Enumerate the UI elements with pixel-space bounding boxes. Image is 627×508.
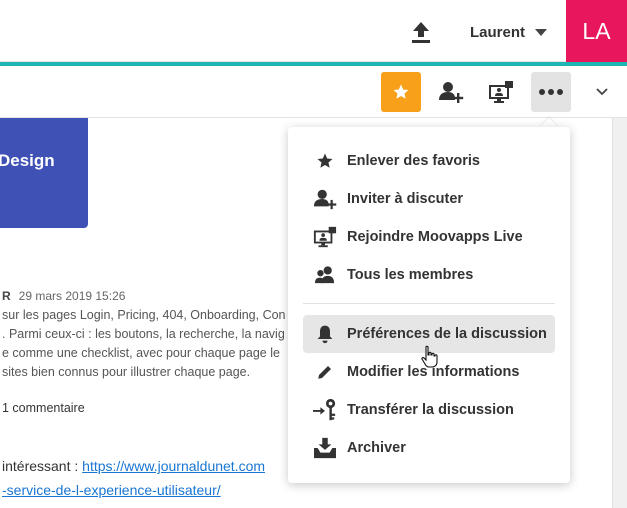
menu-item-transfer[interactable]: Transférer la discussion [303, 391, 555, 429]
menu-item-remove-favorite[interactable]: Enlever des favoris [303, 142, 555, 180]
user-menu[interactable]: Laurent [470, 18, 548, 46]
more-options-menu: Enlever des favoris Inviter à discuter R… [288, 127, 570, 483]
menu-item-invite[interactable]: Inviter à discuter [303, 180, 555, 218]
menu-item-edit-info[interactable]: Modifier les informations [303, 353, 555, 391]
menu-item-discussion-preferences[interactable]: Préférences de la discussion [303, 315, 555, 353]
bell-icon [303, 315, 347, 353]
top-bar: Laurent LA [0, 0, 627, 62]
menu-item-label: Modifier les informations [347, 364, 520, 380]
caret-down-icon [535, 28, 548, 36]
collapse-button[interactable] [582, 72, 622, 112]
upload-icon[interactable] [406, 17, 436, 47]
menu-separator [303, 303, 555, 304]
menu-item-label: Transférer la discussion [347, 402, 514, 418]
post-text-line: e comme une checklist, avec pour chaque … [2, 346, 280, 360]
menu-item-label: Archiver [347, 440, 406, 456]
design-thumbnail[interactable]: Design [0, 118, 88, 228]
scrollbar[interactable] [612, 118, 627, 508]
avatar[interactable]: LA [566, 0, 627, 62]
more-options-button[interactable] [531, 72, 571, 112]
comments-count[interactable]: 1 commentaire [2, 401, 85, 415]
post-text-line: sites bien connus pour illustrer chaque … [2, 365, 251, 379]
archive-icon [303, 429, 347, 467]
live-screen-icon [303, 218, 347, 256]
favorite-button[interactable] [381, 72, 421, 112]
reply-text-prefix: intéressant : [2, 458, 83, 474]
reply-text: intéressant : https://www.journaldunet.c… [2, 458, 265, 474]
reply-link-continued[interactable]: -service-de-l-experience-utilisateur/ [2, 482, 221, 498]
star-icon [393, 84, 409, 99]
menu-item-label: Enlever des favoris [347, 153, 480, 169]
members-icon [303, 256, 347, 294]
post-meta: R 29 mars 2019 15:26 [2, 289, 125, 303]
menu-item-all-members[interactable]: Tous les membres [303, 256, 555, 294]
invite-user-icon [439, 82, 464, 103]
live-screen-icon [489, 81, 513, 103]
star-icon [303, 142, 347, 180]
post-date: 29 mars 2019 15:26 [18, 289, 126, 303]
chevron-down-icon [596, 88, 608, 96]
reply-link[interactable]: https://www.journaldunet.com [82, 458, 265, 474]
menu-item-label: Tous les membres [347, 267, 474, 283]
menu-item-archive[interactable]: Archiver [303, 429, 555, 467]
discussion-toolbar [0, 66, 627, 118]
design-thumbnail-label: Design [0, 151, 55, 170]
menu-item-label: Inviter à discuter [347, 191, 464, 207]
menu-item-label: Préférences de la discussion [347, 326, 547, 342]
pencil-icon [303, 353, 347, 391]
post-author: R [2, 289, 11, 303]
post-text-line: . Parmi ceux-ci : les boutons, la recher… [2, 327, 285, 341]
dropdown-arrow [540, 118, 558, 127]
menu-item-label: Rejoindre Moovapps Live [347, 229, 523, 245]
invite-button[interactable] [431, 72, 471, 112]
invite-user-icon [303, 180, 347, 218]
transfer-key-icon [303, 391, 347, 429]
user-name: Laurent [470, 23, 526, 41]
menu-item-join-live[interactable]: Rejoindre Moovapps Live [303, 218, 555, 256]
post-text-line: sur les pages Login, Pricing, 404, Onboa… [2, 308, 286, 322]
live-button[interactable] [481, 72, 521, 112]
more-icon [539, 89, 563, 95]
